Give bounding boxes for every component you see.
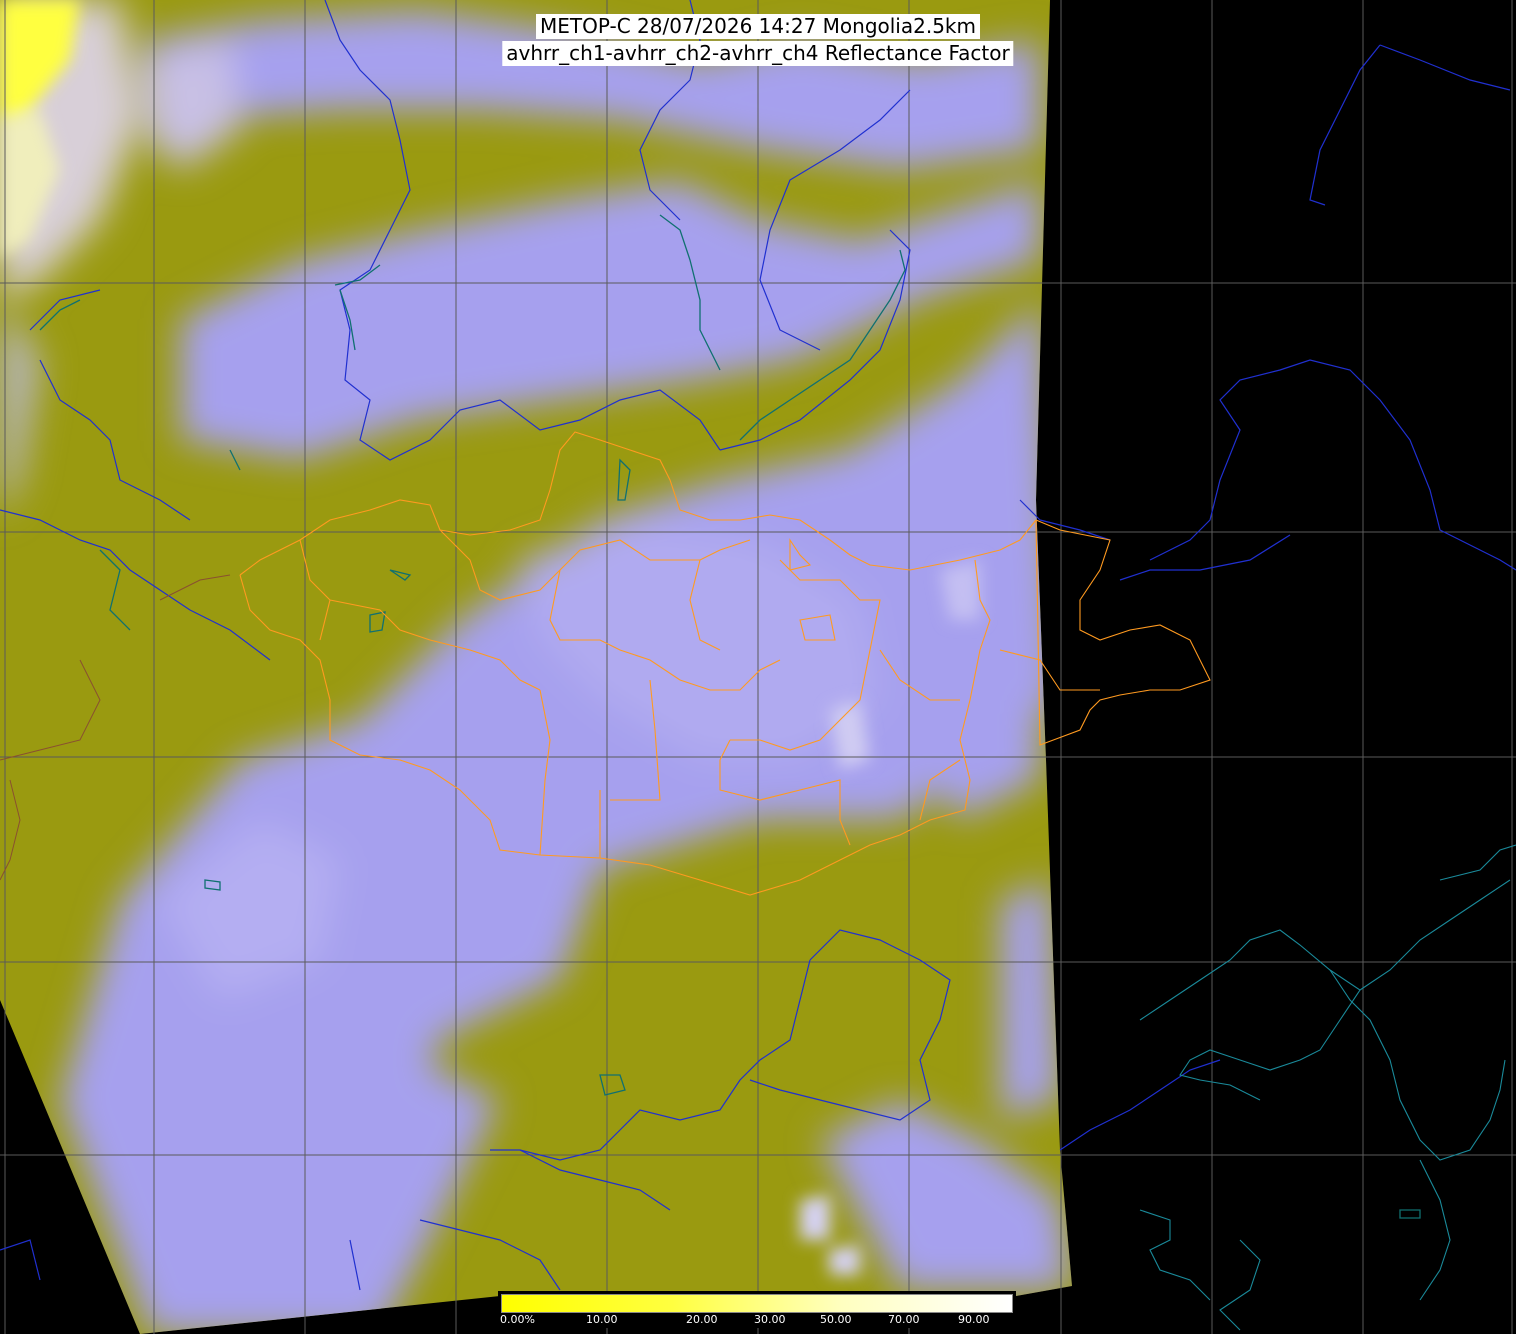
colorbar-tick-2: 20.00	[686, 1313, 718, 1326]
colorbar-tick-5: 70.00	[888, 1313, 920, 1326]
colorbar-tick-0: 0.00%	[500, 1313, 535, 1326]
satellite-swath	[0, 0, 1072, 1334]
colorbar-tick-4: 50.00	[820, 1313, 852, 1326]
satellite-map	[0, 0, 1516, 1334]
colorbar: 0.00% 10.00 20.00 30.00 50.00 70.00 90.0…	[498, 1291, 1016, 1328]
map-title-line-2: avhrr_ch1-avhrr_ch2-avhrr_ch4 Reflectanc…	[502, 41, 1014, 66]
map-title-line-1: METOP-C 28/07/2026 14:27 Mongolia2.5km	[536, 14, 980, 39]
colorbar-gradient	[501, 1294, 1013, 1313]
colorbar-tick-1: 10.00	[586, 1313, 618, 1326]
colorbar-tick-6: 90.00	[958, 1313, 990, 1326]
colorbar-tick-3: 30.00	[754, 1313, 786, 1326]
